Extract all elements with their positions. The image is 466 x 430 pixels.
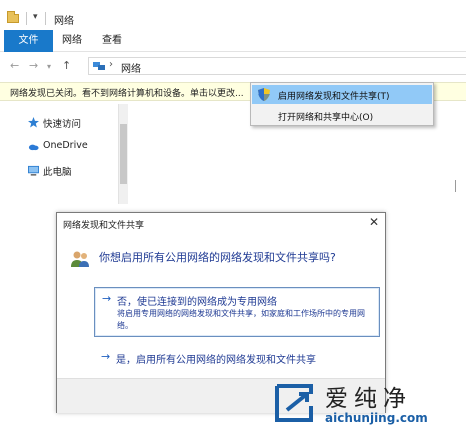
- navigation-bar: ← → ▾ ↑ › 网络: [0, 54, 466, 78]
- navigation-pane: 快速访问 OneDrive 此电脑: [0, 102, 130, 205]
- divider: [26, 12, 27, 25]
- sidebar-item-label: 此电脑: [43, 167, 72, 178]
- uac-shield-icon: [258, 88, 270, 101]
- close-icon[interactable]: ✕: [369, 215, 379, 229]
- menu-item-enable-network-discovery[interactable]: 启用网络发现和文件共享(T): [252, 85, 432, 104]
- network-icon: [93, 62, 105, 70]
- window-title: 网络: [54, 16, 74, 27]
- arrow-right-icon: →: [102, 292, 112, 305]
- computer-icon: [28, 165, 39, 176]
- star-icon: [28, 117, 39, 128]
- breadcrumb-chevron-icon[interactable]: ›: [109, 59, 113, 70]
- back-arrow-icon[interactable]: ←: [10, 59, 19, 72]
- up-arrow-icon[interactable]: ↑: [62, 59, 71, 72]
- tab-view[interactable]: 查看: [102, 30, 122, 52]
- watermark-domain: aichunjing.com: [325, 411, 428, 425]
- tab-file[interactable]: 文件: [4, 30, 53, 52]
- menu-item-label: 启用网络发现和文件共享(T): [278, 92, 390, 102]
- sidebar-item-label: OneDrive: [43, 140, 88, 151]
- option-description: 将启用专用网络的网络发现和文件共享，如家庭和工作场所中的专用网络。: [117, 309, 365, 330]
- title-bar: ▾ 网络: [0, 0, 466, 28]
- option-enable-public-networks[interactable]: → 是，启用所有公用网络的网络发现和文件共享: [94, 349, 380, 367]
- scrollbar-thumb[interactable]: [120, 124, 127, 184]
- address-bar[interactable]: › 网络: [88, 57, 466, 75]
- window-edge-divider: [455, 180, 458, 192]
- menu-item-label: 打开网络和共享中心(O): [278, 113, 374, 123]
- ribbon-tabs: 文件 网络 查看: [0, 30, 466, 52]
- folder-icon: [7, 11, 19, 23]
- infobar-message: 网络发现已关闭。看不到网络计算机和设备。单击以更改...: [10, 89, 244, 99]
- cloud-icon: [28, 144, 39, 151]
- menu-item-open-sharing-center[interactable]: 打开网络和共享中心(O): [252, 106, 432, 125]
- tab-network[interactable]: 网络: [62, 30, 82, 52]
- option-title: 否，使已连接到的网络成为专用网络: [117, 297, 277, 308]
- watermark: 爱纯净 aichunjing.com: [270, 376, 466, 430]
- watermark-brand: 爱纯净: [325, 386, 412, 412]
- divider: [45, 12, 46, 25]
- option-title: 是，启用所有公用网络的网络发现和文件共享: [116, 355, 316, 366]
- sidebar-item-label: 快速访问: [43, 119, 82, 130]
- forward-arrow-icon[interactable]: →: [29, 59, 38, 72]
- users-icon: [71, 251, 89, 267]
- dialog-question: 你想启用所有公用网络的网络发现和文件共享吗?: [99, 251, 336, 264]
- option-make-private-network[interactable]: → 否，使已连接到的网络成为专用网络 将启用专用网络的网络发现和文件共享，如家庭…: [94, 287, 380, 337]
- arrow-right-icon: →: [101, 350, 111, 363]
- navigation-pane-scrollbar[interactable]: [118, 104, 128, 204]
- breadcrumb-network[interactable]: 网络: [121, 60, 141, 75]
- infobar-context-menu: 启用网络发现和文件共享(T) 打开网络和共享中心(O): [250, 82, 434, 126]
- quick-access-dropdown-icon[interactable]: ▾: [33, 12, 38, 22]
- dialog-title: 网络发现和文件共享: [63, 221, 145, 231]
- watermark-logo-icon: [275, 384, 313, 422]
- recent-locations-icon[interactable]: ▾: [47, 62, 51, 71]
